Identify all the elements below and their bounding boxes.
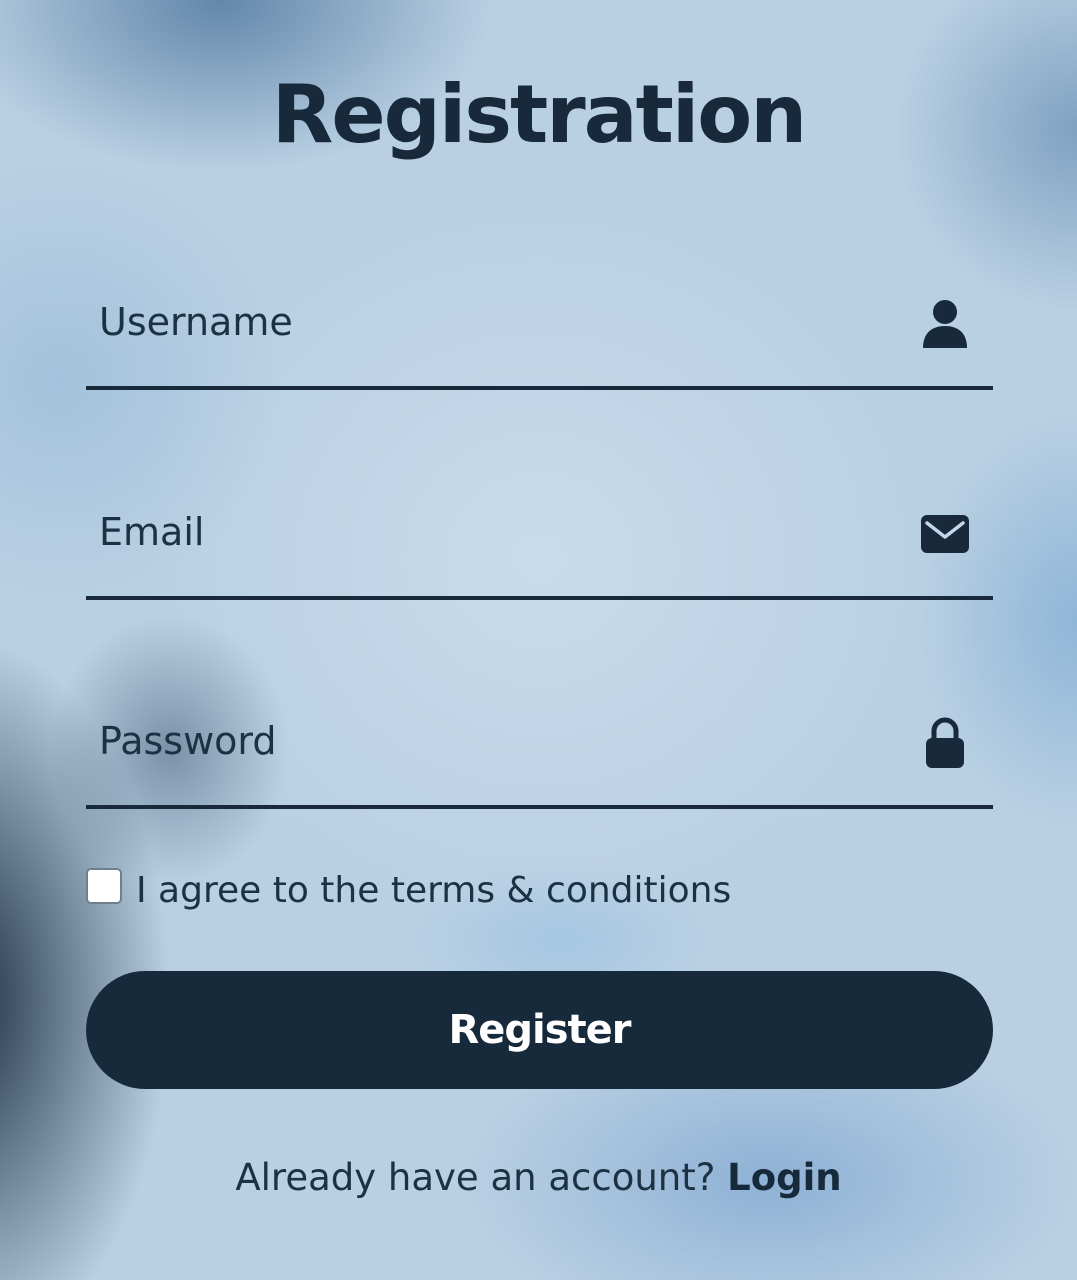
envelope-icon (919, 508, 971, 560)
terms-label: I agree to the terms & conditions (136, 869, 732, 911)
password-field[interactable] (86, 705, 993, 809)
username-input[interactable] (86, 286, 919, 358)
page-title: Registration (271, 68, 807, 161)
email-field[interactable] (86, 496, 993, 600)
terms-checkbox[interactable] (86, 868, 122, 904)
username-field[interactable] (86, 286, 993, 390)
user-icon (919, 298, 971, 350)
terms-row[interactable]: I agree to the terms & conditions (86, 860, 731, 920)
login-prompt-text: Already have an account? (235, 1156, 716, 1199)
password-input[interactable] (86, 705, 919, 777)
login-prompt-row: Already have an account? Login (0, 1156, 1077, 1199)
lock-icon (919, 717, 971, 769)
login-link[interactable]: Login (727, 1156, 842, 1199)
email-input[interactable] (86, 496, 919, 568)
register-button[interactable]: Register (86, 971, 993, 1089)
